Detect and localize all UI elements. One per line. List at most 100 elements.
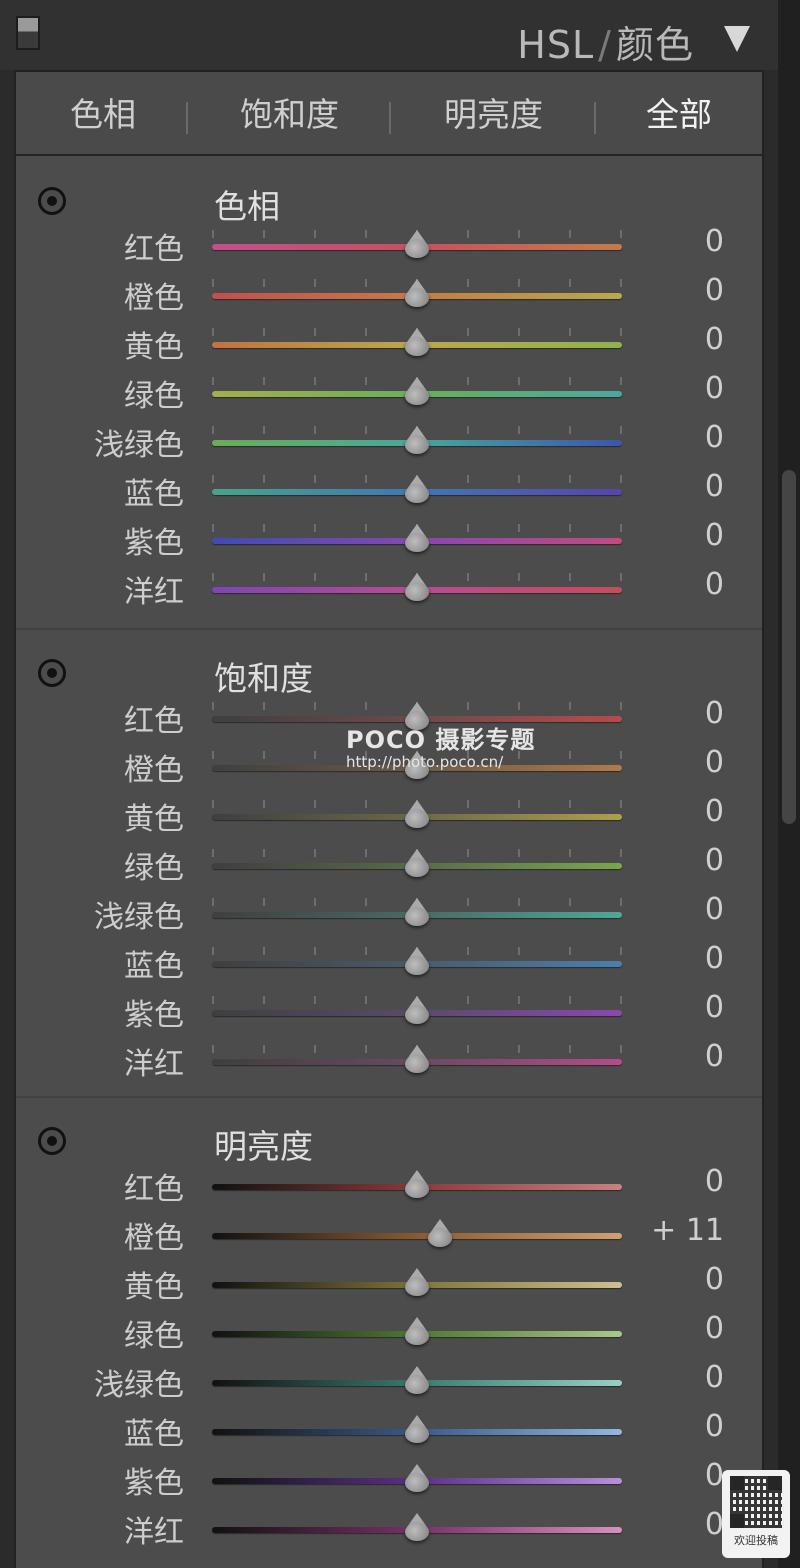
- slider-value[interactable]: 0: [705, 1311, 724, 1346]
- slider-label: 浅绿色: [94, 428, 184, 463]
- slider-row: 蓝色 0: [16, 941, 762, 994]
- slider-label: 黄色: [124, 802, 184, 837]
- qr-badge[interactable]: 欢迎投稿: [722, 1470, 790, 1558]
- slider-label: 浅绿色: [94, 1368, 184, 1403]
- slider-row: 洋红 0: [16, 567, 762, 620]
- panel-title[interactable]: HSL / 颜色: [517, 14, 694, 69]
- slider-thumb[interactable]: [403, 1045, 431, 1077]
- panel-title-separator: /: [598, 23, 612, 67]
- slider-value[interactable]: + 11: [651, 1213, 724, 1248]
- slider-label: 紫色: [124, 998, 184, 1033]
- slider-thumb[interactable]: [403, 230, 431, 262]
- section-divider: [16, 1096, 762, 1098]
- target-adjust-icon[interactable]: [38, 659, 66, 687]
- section-divider: [16, 628, 762, 630]
- slider-value[interactable]: 0: [705, 224, 724, 259]
- slider-value[interactable]: 0: [705, 420, 724, 455]
- slider-label: 浅绿色: [94, 900, 184, 935]
- slider-row: 蓝色 0: [16, 1409, 762, 1462]
- panel-title-hsl[interactable]: HSL: [517, 23, 594, 67]
- slider-row: 紫色 0: [16, 1458, 762, 1511]
- slider-label: 蓝色: [124, 477, 184, 512]
- slider-row: 紫色 0: [16, 990, 762, 1043]
- slider-value[interactable]: 0: [705, 322, 724, 357]
- slider-thumb[interactable]: [403, 1317, 431, 1349]
- tab-divider: [186, 102, 188, 134]
- slider-thumb[interactable]: [403, 800, 431, 832]
- slider-row: 绿色 0: [16, 371, 762, 424]
- slider-thumb[interactable]: [426, 1219, 454, 1251]
- slider-value[interactable]: 0: [705, 1360, 724, 1395]
- slider-row: 红色 0: [16, 1164, 762, 1217]
- slider-value[interactable]: 0: [705, 518, 724, 553]
- slider-value[interactable]: 0: [705, 1164, 724, 1199]
- target-adjust-icon[interactable]: [38, 187, 66, 215]
- panel-toggle-icon[interactable]: [16, 16, 40, 50]
- slider-label: 红色: [124, 1172, 184, 1207]
- slider-row: 洋红 0: [16, 1507, 762, 1560]
- panel-header[interactable]: HSL / 颜色: [0, 0, 800, 70]
- slider-track[interactable]: [212, 1233, 622, 1239]
- slider-thumb[interactable]: [403, 898, 431, 930]
- slider-thumb[interactable]: [403, 1366, 431, 1398]
- slider-thumb[interactable]: [403, 475, 431, 507]
- slider-label: 红色: [124, 704, 184, 739]
- tab-all[interactable]: 全部: [646, 88, 712, 136]
- slider-value[interactable]: 0: [705, 1409, 724, 1444]
- slider-value[interactable]: 0: [705, 1039, 724, 1074]
- slider-thumb[interactable]: [403, 996, 431, 1028]
- slider-thumb[interactable]: [403, 279, 431, 311]
- slider-value[interactable]: 0: [705, 941, 724, 976]
- slider-thumb[interactable]: [403, 947, 431, 979]
- hsl-tabs: 色相 饱和度 明亮度 全部: [16, 70, 762, 156]
- slider-row: 洋红 0: [16, 1039, 762, 1092]
- tab-hue[interactable]: 色相: [70, 88, 136, 136]
- slider-label: 橙色: [124, 1221, 184, 1256]
- slider-value[interactable]: 0: [705, 843, 724, 878]
- slider-thumb[interactable]: [403, 377, 431, 409]
- section-title-saturation: 饱和度: [214, 659, 313, 698]
- slider-value[interactable]: 0: [705, 794, 724, 829]
- slider-value[interactable]: 0: [705, 1262, 724, 1297]
- slider-thumb[interactable]: [403, 1464, 431, 1496]
- slider-row: 蓝色 0: [16, 469, 762, 522]
- slider-value[interactable]: 0: [705, 990, 724, 1025]
- slider-value[interactable]: 0: [705, 892, 724, 927]
- slider-value[interactable]: 0: [705, 567, 724, 602]
- slider-thumb[interactable]: [403, 524, 431, 556]
- slider-thumb[interactable]: [403, 1415, 431, 1447]
- slider-thumb[interactable]: [403, 573, 431, 605]
- slider-row: 黄色 0: [16, 794, 762, 847]
- watermark-url: http://photo.poco.cn/: [346, 753, 504, 771]
- section-title-luminance: 明亮度: [214, 1127, 313, 1166]
- collapse-triangle-icon[interactable]: [724, 26, 750, 52]
- slider-row: 橙色 0: [16, 273, 762, 326]
- slider-label: 蓝色: [124, 1417, 184, 1452]
- qr-code-icon: [730, 1476, 782, 1528]
- slider-value[interactable]: 0: [705, 745, 724, 780]
- slider-value[interactable]: 0: [705, 469, 724, 504]
- scrollbar-thumb[interactable]: [782, 470, 796, 824]
- target-adjust-icon[interactable]: [38, 1127, 66, 1155]
- slider-label: 红色: [124, 232, 184, 267]
- tab-luminance[interactable]: 明亮度: [444, 88, 543, 136]
- tab-saturation[interactable]: 饱和度: [240, 88, 339, 136]
- slider-value[interactable]: 0: [705, 273, 724, 308]
- scrollbar[interactable]: [778, 0, 800, 1568]
- slider-label: 黄色: [124, 1270, 184, 1305]
- tab-divider: [594, 102, 596, 134]
- panel-title-color[interactable]: 颜色: [616, 23, 694, 67]
- slider-value[interactable]: 0: [705, 696, 724, 731]
- slider-thumb[interactable]: [403, 1513, 431, 1545]
- slider-thumb[interactable]: [403, 1170, 431, 1202]
- slider-thumb[interactable]: [403, 426, 431, 458]
- slider-row: 浅绿色 0: [16, 420, 762, 473]
- slider-value[interactable]: 0: [705, 371, 724, 406]
- slider-thumb[interactable]: [403, 1268, 431, 1300]
- slider-row: 浅绿色 0: [16, 1360, 762, 1413]
- slider-thumb[interactable]: [403, 328, 431, 360]
- slider-row: 浅绿色 0: [16, 892, 762, 945]
- slider-thumb[interactable]: [403, 849, 431, 881]
- slider-row: 黄色 0: [16, 1262, 762, 1315]
- slider-label: 橙色: [124, 753, 184, 788]
